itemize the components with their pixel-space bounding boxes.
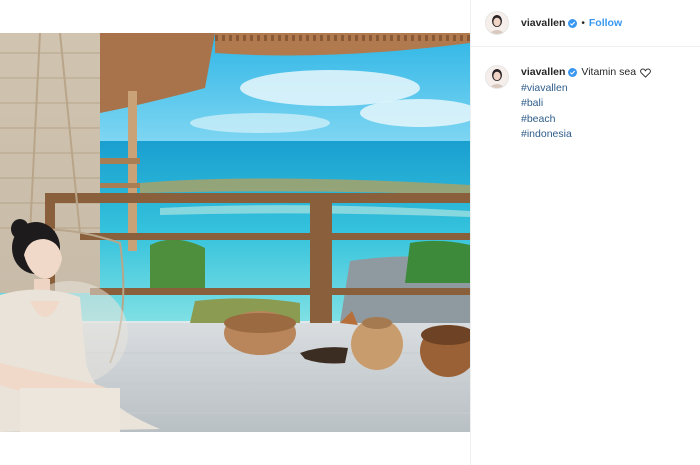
caption-body: viavallen Vitamin sea #viavallen #bali #…: [521, 65, 651, 143]
heart-outline-icon: [640, 68, 651, 78]
caption-row: viavallen Vitamin sea #viavallen #bali #…: [471, 47, 700, 143]
hashtag-link[interactable]: #indonesia: [521, 127, 651, 143]
follow-button[interactable]: Follow: [589, 17, 622, 29]
caption-avatar[interactable]: [485, 65, 509, 89]
post-photo[interactable]: [0, 33, 470, 432]
hashtag-link[interactable]: #viavallen: [521, 81, 651, 97]
avatar[interactable]: [485, 11, 509, 35]
caption-username[interactable]: viavallen: [521, 65, 565, 81]
post-side-panel: viavallen • Follow viavallen Vitamin sea…: [470, 0, 700, 465]
bottom-margin: [0, 432, 470, 465]
hashtag-link[interactable]: #bali: [521, 96, 651, 112]
top-margin: [0, 0, 470, 33]
hashtag-link[interactable]: #beach: [521, 112, 651, 128]
header-separator: •: [581, 17, 585, 29]
header-username[interactable]: viavallen: [521, 17, 565, 29]
post-header: viavallen • Follow: [471, 0, 700, 47]
caption-first-line: viavallen Vitamin sea: [521, 65, 651, 81]
verified-badge-icon: [568, 18, 578, 28]
caption-text: Vitamin sea: [581, 66, 637, 78]
verified-badge-icon: [568, 68, 578, 78]
